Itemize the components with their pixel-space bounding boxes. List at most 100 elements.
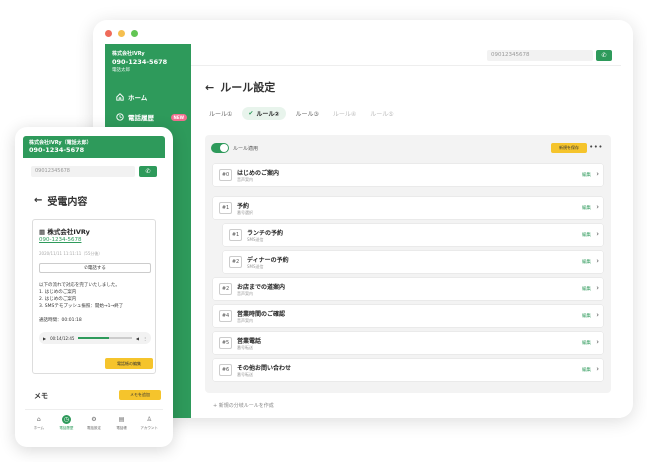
chevron-right-icon[interactable]: › (596, 338, 599, 346)
page-title: ← 受電内容 (34, 193, 87, 208)
rule-row[interactable]: #6 その他お問い合わせ 番号転送 編集 › (213, 359, 603, 381)
tab-rule-5[interactable]: ルール⑤ (366, 107, 397, 120)
book-icon: ▤ (118, 415, 125, 423)
rule-tabs: ルール① ✔ ルール② ルール③ ルール④ ルール⑤ (205, 107, 398, 120)
rule-toggle[interactable] (211, 143, 229, 153)
toggle-label: ルール適用 (233, 145, 259, 152)
sidebar-item-label: 電話履歴 (128, 114, 154, 122)
caller-phone-link[interactable]: 090-1234-5678 (39, 237, 81, 243)
memo-heading: メモ (34, 392, 48, 400)
gear-icon: ⚙ (91, 415, 97, 423)
maximize-dot[interactable] (131, 30, 138, 37)
more-icon[interactable]: ••• (589, 143, 603, 151)
edit-link[interactable]: 編集 (582, 172, 591, 178)
edit-link[interactable]: 編集 (582, 313, 591, 319)
chevron-right-icon[interactable]: › (596, 230, 599, 238)
rule-name: 営業電話 (237, 338, 262, 345)
user-icon: ♙ (146, 415, 152, 423)
phone-header: 株式会社IVRy（電話太郎） 090-1234-5678 (23, 136, 165, 158)
edit-link[interactable]: 編集 (582, 367, 591, 373)
rule-name: お店までの道案内 (237, 284, 286, 291)
rule-row[interactable]: #1 ランチの予約 SMS送信 編集 › (223, 224, 603, 246)
check-icon: ✔ (248, 110, 254, 117)
chevron-right-icon[interactable]: › (596, 203, 599, 211)
window-controls (105, 30, 138, 37)
edit-contact-button[interactable]: 電話帳の編集 (105, 358, 153, 369)
rule-name: 予約 (237, 203, 250, 210)
add-memo-button[interactable]: メモを追加 (119, 390, 161, 400)
edit-link[interactable]: 編集 (582, 340, 591, 346)
chevron-right-icon[interactable]: › (596, 257, 599, 265)
rule-row[interactable]: #0 はじめのご案内 音声案内 編集 › (213, 164, 603, 186)
summary-line: 1. はじめのご案内 (39, 290, 77, 295)
page-title: ← ルール設定 (205, 79, 275, 95)
tab-rule-1[interactable]: ルール① (205, 107, 236, 120)
tab-rule-4[interactable]: ルール④ (329, 107, 360, 120)
call-button[interactable]: ✆ (596, 50, 612, 61)
tab-label: ルール② (256, 111, 280, 118)
rule-row[interactable]: #5 営業電話 番号転送 編集 › (213, 332, 603, 354)
rule-number: #0 (219, 169, 232, 181)
nav-account[interactable]: ♙ アカウント (135, 410, 163, 435)
rule-number: #2 (229, 256, 242, 268)
sidebar-item-home[interactable]: ホーム (105, 90, 191, 104)
audio-progress[interactable] (78, 337, 132, 339)
back-arrow-icon[interactable]: ← (205, 81, 214, 94)
chevron-right-icon[interactable]: › (596, 284, 599, 292)
nav-label: ホーム (33, 425, 44, 430)
tab-rule-2[interactable]: ✔ ルール② (242, 107, 286, 120)
play-icon[interactable]: ▶ (43, 336, 46, 341)
rule-type: 音声案内 (237, 318, 253, 323)
nav-home[interactable]: ⌂ ホーム (25, 410, 53, 435)
rule-toggle-row: ルール適用 (211, 143, 258, 153)
rule-name: その他お問い合わせ (237, 365, 292, 372)
nav-phonebook[interactable]: ▤ 電話帳 (108, 410, 136, 435)
more-icon[interactable]: ⋮ (143, 336, 147, 341)
rule-row[interactable]: #1 予約 番号選択 編集 › (213, 197, 603, 219)
rule-number: #5 (219, 337, 232, 349)
page-title-text: ルール設定 (220, 81, 276, 94)
chevron-right-icon[interactable]: › (596, 311, 599, 319)
add-rule-link[interactable]: + 新規の分岐ルールを作成 (213, 402, 274, 409)
caller-company: ▦ 株式会社IVRy (39, 226, 90, 236)
rule-type: 番号転送 (237, 372, 253, 377)
nav-label: 電話帳 (116, 425, 127, 430)
phone-input[interactable]: 09012345678 (487, 50, 593, 61)
edit-link[interactable]: 編集 (582, 232, 591, 238)
clock-icon (115, 113, 124, 122)
nav-history[interactable]: ◷ 電話履歴 (53, 410, 81, 435)
back-arrow-icon[interactable]: ← (34, 195, 42, 206)
edit-link[interactable]: 編集 (582, 286, 591, 292)
sidebar-item-history[interactable]: 電話履歴 NEW (105, 110, 191, 124)
user-name: 電話太郎 (112, 68, 130, 73)
audio-time: 00:14/12:45 (50, 335, 75, 341)
nav-settings[interactable]: ⚙ 電話設定 (80, 410, 108, 435)
edit-link[interactable]: 編集 (582, 205, 591, 211)
summary-line: 以下の流れで対応を完了いたしました。 (39, 283, 120, 288)
tab-rule-3[interactable]: ルール③ (292, 107, 323, 120)
minimize-dot[interactable] (118, 30, 125, 37)
rule-row[interactable]: #2 ディナーの予約 SMS送信 編集 › (223, 251, 603, 273)
call-back-button[interactable]: ✆ 電話する (39, 263, 151, 273)
call-button[interactable]: ✆ (139, 166, 157, 177)
rule-name: はじめのご案内 (237, 170, 280, 177)
chevron-right-icon[interactable]: › (596, 170, 599, 178)
clock-icon: ◷ (61, 414, 71, 424)
phone-icon: ✆ (145, 168, 151, 175)
rule-panel: ルール適用 新規を保存 ••• #0 はじめのご案内 音声案内 編集 › #1 … (205, 135, 611, 409)
chevron-right-icon[interactable]: › (596, 365, 599, 373)
nav-label: アカウント (140, 425, 158, 430)
phone-input[interactable]: 09012345678 (31, 166, 135, 177)
rule-row[interactable]: #2 お店までの道案内 音声案内 編集 › (213, 278, 603, 300)
rule-row[interactable]: #4 営業時間のご確認 音声案内 編集 › (213, 305, 603, 327)
save-button[interactable]: 新規を保存 (551, 143, 587, 153)
edit-link[interactable]: 編集 (582, 259, 591, 265)
rule-name: ランチの予約 (247, 230, 284, 237)
rule-name: 営業時間のご確認 (237, 311, 286, 318)
call-back-label: 電話する (87, 266, 106, 271)
call-detail-card: ▦ 株式会社IVRy 090-1234-5678 2020/11/11 11:1… (32, 219, 156, 374)
volume-icon[interactable]: ◀ (136, 336, 139, 341)
close-dot[interactable] (105, 30, 112, 37)
new-badge: NEW (170, 113, 187, 121)
rule-number: #1 (229, 229, 242, 241)
